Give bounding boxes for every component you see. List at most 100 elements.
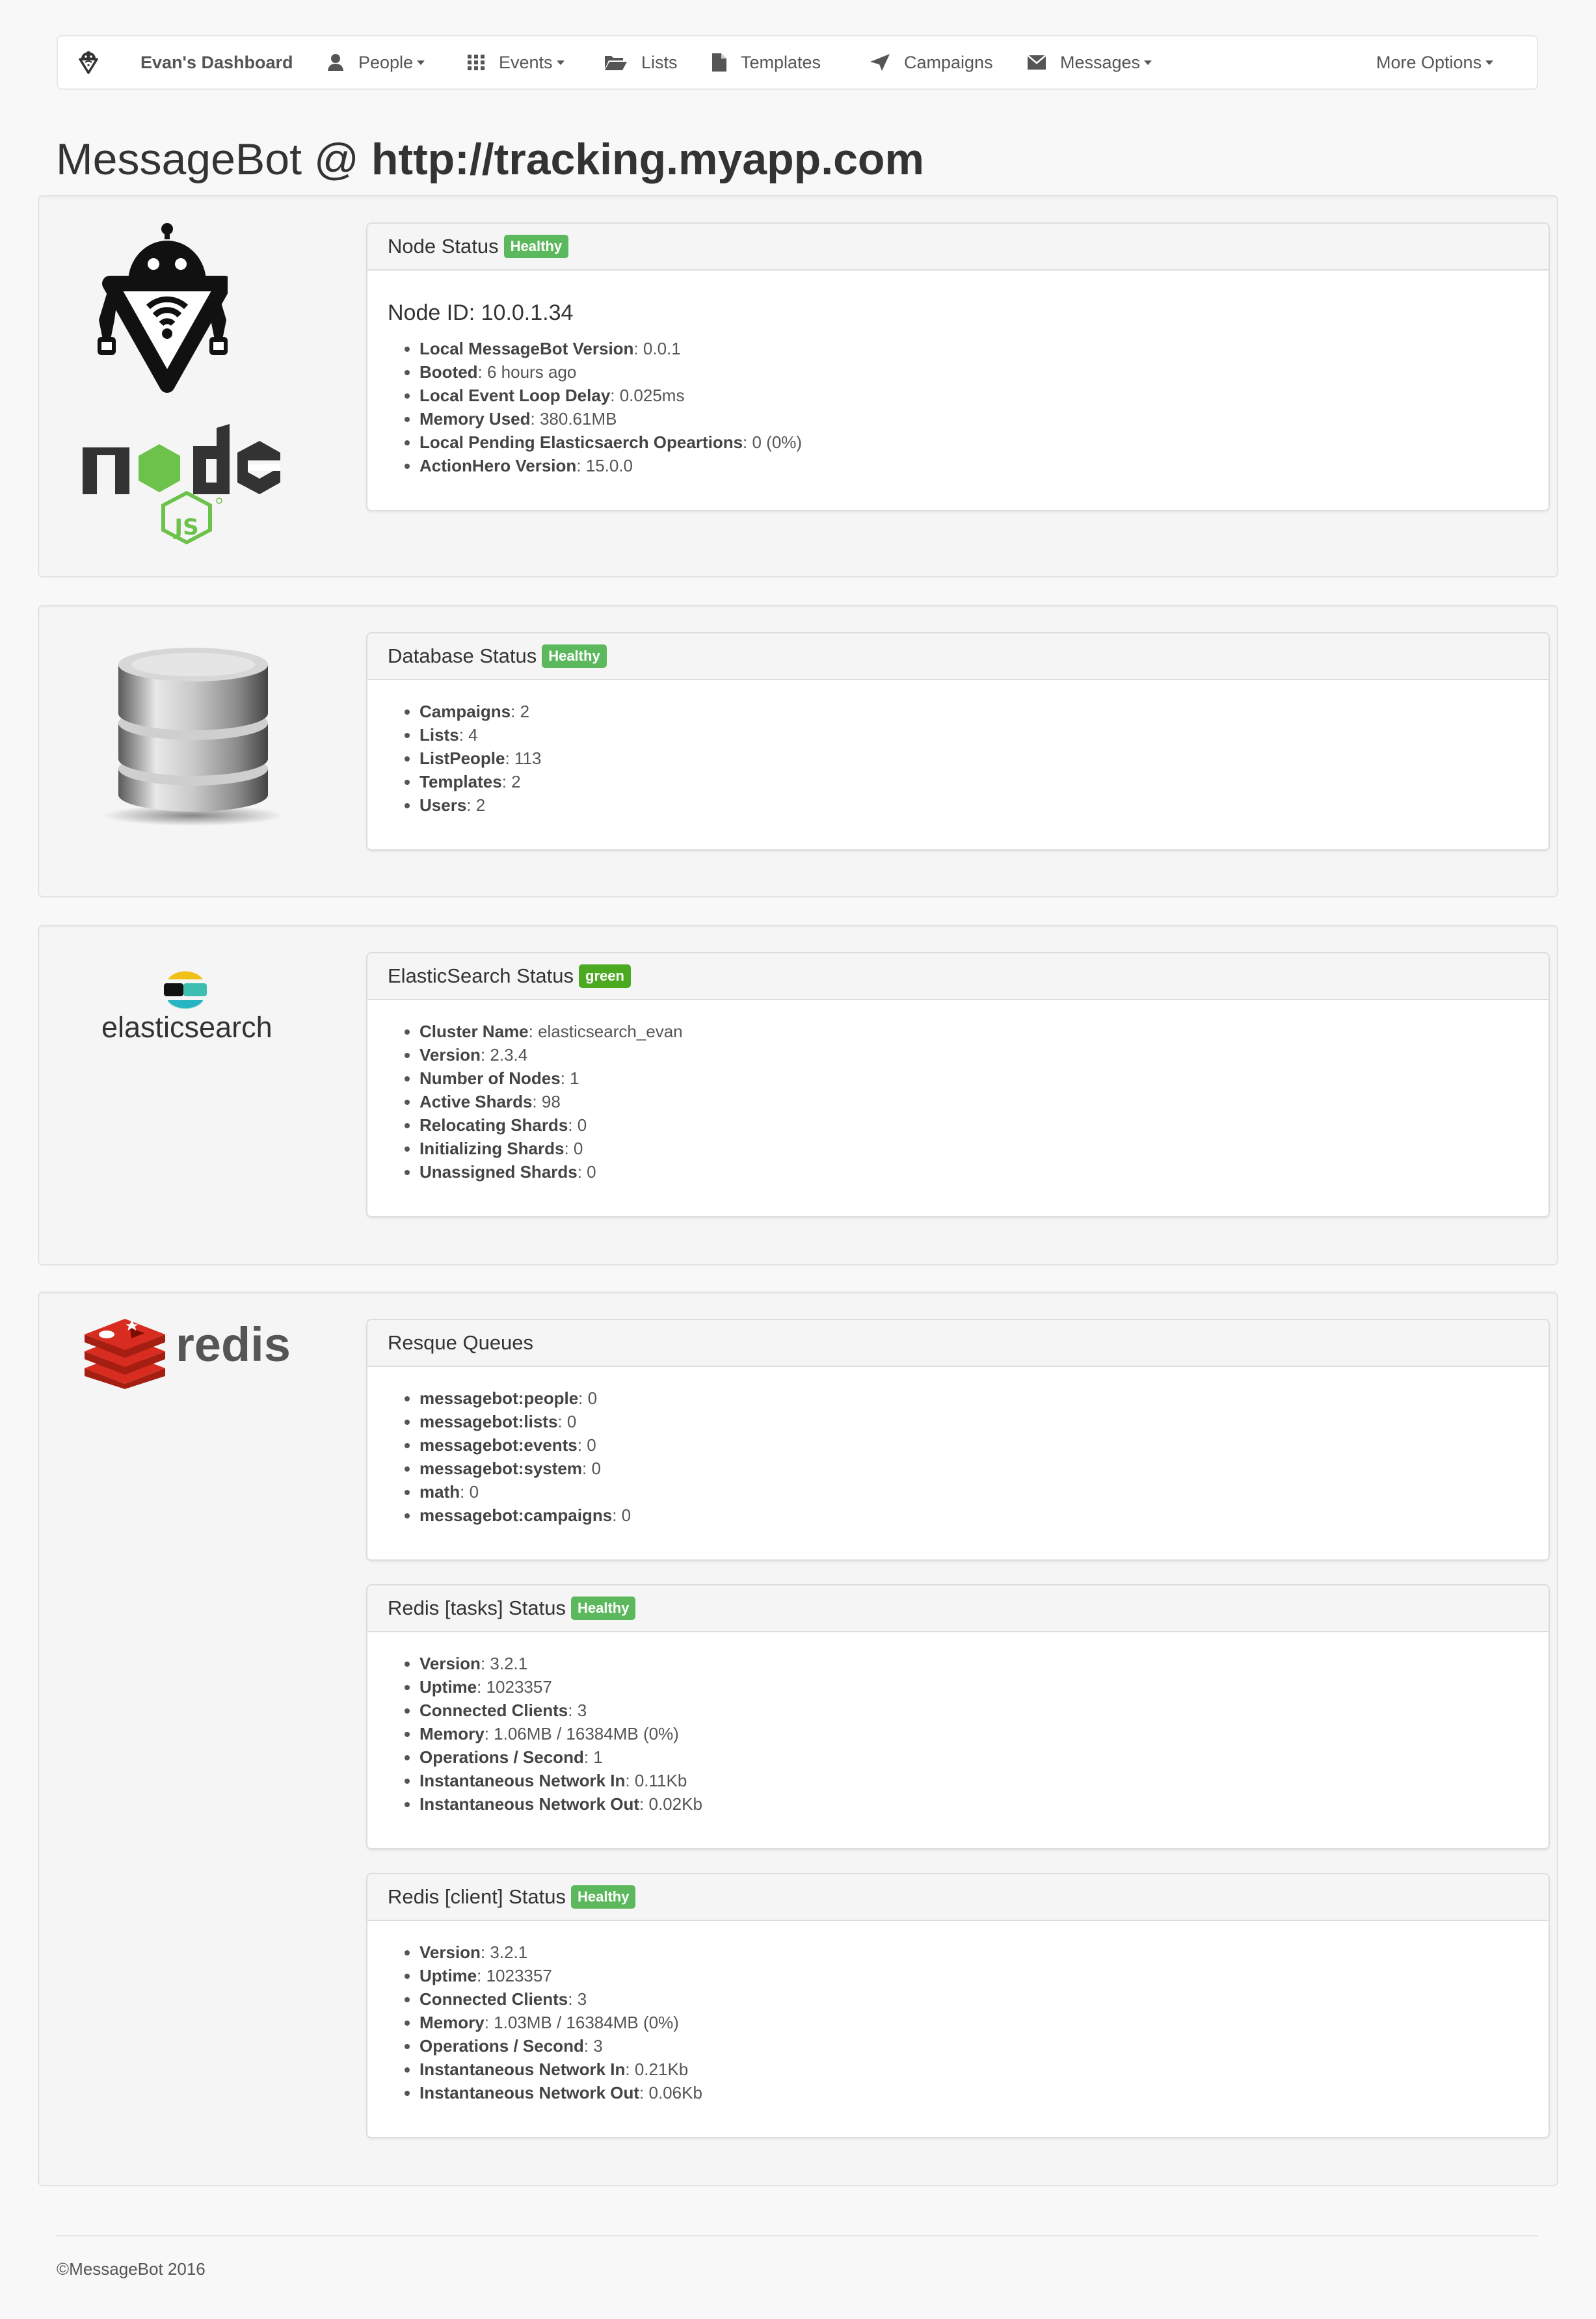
list-item: Campaigns: 2 bbox=[419, 700, 541, 723]
list-item: Local MessageBot Version: 0.0.1 bbox=[419, 337, 802, 360]
database-info-list: Campaigns: 2 Lists: 4 ListPeople: 113 Te… bbox=[388, 700, 541, 817]
redis-cube-icon bbox=[85, 1318, 165, 1392]
footer-divider bbox=[57, 2235, 1538, 2236]
top-navbar: Evan's Dashboard People Events Lists Tem… bbox=[57, 35, 1538, 90]
redis-logo-text: redis bbox=[176, 1318, 291, 1372]
list-item: math: 0 bbox=[419, 1480, 631, 1504]
elasticsearch-logo-text: elasticsearch bbox=[101, 1011, 273, 1044]
list-item: Local Event Loop Delay: 0.025ms bbox=[419, 384, 802, 407]
list-item: Memory Used: 380.61MB bbox=[419, 407, 802, 431]
nav-people-label: People bbox=[358, 52, 414, 72]
nodejs-js-text: JS bbox=[173, 514, 198, 540]
resque-queues-heading: Resque Queues bbox=[367, 1320, 1549, 1367]
list-item: Users: 2 bbox=[419, 793, 541, 817]
list-item: Instantaneous Network Out: 0.06Kb bbox=[419, 2081, 702, 2104]
robot-logo-icon bbox=[79, 51, 98, 74]
node-id: Node ID: 10.0.1.34 bbox=[388, 300, 574, 325]
resque-queues-list: messagebot:people: 0 messagebot:lists: 0… bbox=[388, 1386, 631, 1527]
list-item: Local Pending Elasticsaerch Opeartions: … bbox=[419, 431, 802, 454]
nav-messages-dropdown[interactable]: Messages bbox=[1027, 36, 1152, 88]
list-item: Connected Clients: 3 bbox=[419, 1699, 702, 1722]
chevron-down-icon bbox=[1144, 60, 1152, 65]
redis-client-status-panel: Redis [client] Status Healthy Version: 3… bbox=[366, 1873, 1550, 2138]
envelope-icon bbox=[1027, 55, 1046, 70]
dashboard-link[interactable]: Evan's Dashboard bbox=[140, 36, 293, 88]
elasticsearch-status-heading: ElasticSearch Status green bbox=[367, 953, 1549, 1000]
status-badge: Healthy bbox=[503, 235, 569, 258]
list-item: Memory: 1.03MB / 16384MB (0%) bbox=[419, 2011, 702, 2034]
list-item: Instantaneous Network In: 0.21Kb bbox=[419, 2058, 702, 2081]
elasticsearch-section: elasticsearch ElasticSearch Status green… bbox=[38, 925, 1558, 1266]
list-item: messagebot:system: 0 bbox=[419, 1457, 631, 1480]
list-item: messagebot:people: 0 bbox=[419, 1386, 631, 1410]
list-item: messagebot:campaigns: 0 bbox=[419, 1504, 631, 1527]
list-item: Active Shards: 98 bbox=[419, 1090, 683, 1113]
nav-campaigns-link[interactable]: Campaigns bbox=[870, 36, 993, 88]
list-item: Connected Clients: 3 bbox=[419, 1987, 702, 2011]
footer-copyright: ©MessageBot 2016 bbox=[57, 2259, 206, 2279]
redis-client-info-list: Version: 3.2.1 Uptime: 1023357 Connected… bbox=[388, 1941, 702, 2104]
page-title: MessageBot @ http://tracking.myapp.com bbox=[56, 130, 924, 189]
nodejs-logo: JS bbox=[83, 423, 291, 556]
chevron-down-icon bbox=[417, 60, 425, 65]
list-item: messagebot:events: 0 bbox=[419, 1433, 631, 1457]
list-item: Version: 3.2.1 bbox=[419, 1652, 702, 1675]
database-status-heading: Database Status Healthy bbox=[367, 633, 1549, 680]
database-status-panel: Database Status Healthy Campaigns: 2 Lis… bbox=[366, 632, 1550, 851]
chevron-down-icon bbox=[556, 60, 565, 65]
list-item: Uptime: 1023357 bbox=[419, 1675, 702, 1699]
brand-logo-link[interactable] bbox=[77, 36, 100, 88]
nav-messages-label: Messages bbox=[1060, 52, 1141, 72]
nav-people-dropdown[interactable]: People bbox=[327, 36, 425, 88]
node-info-list: Local MessageBot Version: 0.0.1 Booted: … bbox=[388, 337, 802, 477]
list-item: Operations / Second: 1 bbox=[419, 1745, 702, 1769]
nav-templates-label: Templates bbox=[741, 52, 821, 72]
list-item: ActionHero Version: 15.0.0 bbox=[419, 454, 802, 477]
database-cylinder-logo bbox=[99, 639, 287, 830]
database-section: Database Status Healthy Campaigns: 2 Lis… bbox=[38, 605, 1558, 897]
elasticsearch-status-title: ElasticSearch Status bbox=[388, 964, 574, 987]
list-item: Uptime: 1023357 bbox=[419, 1964, 702, 1987]
status-badge: Healthy bbox=[570, 1597, 636, 1620]
nav-lists-link[interactable]: Lists bbox=[605, 36, 678, 88]
status-badge: Healthy bbox=[542, 644, 607, 668]
list-item: Instantaneous Network Out: 0.02Kb bbox=[419, 1792, 702, 1816]
list-item: Version: 2.3.4 bbox=[419, 1043, 683, 1067]
list-item: Templates: 2 bbox=[419, 770, 541, 793]
redis-tasks-status-panel: Redis [tasks] Status Healthy Version: 3.… bbox=[366, 1584, 1550, 1849]
resque-queues-title: Resque Queues bbox=[388, 1331, 534, 1354]
status-badge: green bbox=[579, 964, 631, 988]
redis-client-status-heading: Redis [client] Status Healthy bbox=[367, 1874, 1549, 1921]
list-item: Operations / Second: 3 bbox=[419, 2034, 702, 2058]
list-item: Lists: 4 bbox=[419, 723, 541, 747]
user-icon bbox=[327, 53, 344, 72]
list-item: Relocating Shards: 0 bbox=[419, 1113, 683, 1137]
node-status-heading: Node Status Healthy bbox=[367, 224, 1549, 271]
redis-tasks-info-list: Version: 3.2.1 Uptime: 1023357 Connected… bbox=[388, 1652, 702, 1816]
messagebot-robot-logo bbox=[98, 222, 232, 421]
file-icon bbox=[712, 53, 726, 72]
page-title-prefix: MessageBot @ bbox=[56, 135, 371, 184]
list-item: Instantaneous Network In: 0.11Kb bbox=[419, 1769, 702, 1792]
page-title-host: http://tracking.myapp.com bbox=[371, 135, 924, 184]
more-options-label: More Options bbox=[1376, 52, 1482, 72]
nav-events-dropdown[interactable]: Events bbox=[468, 36, 565, 88]
nav-templates-link[interactable]: Templates bbox=[712, 36, 821, 88]
elasticsearch-status-panel: ElasticSearch Status green Cluster Name:… bbox=[366, 952, 1550, 1217]
node-section: JS Node Status Healthy Node ID: 10.0.1.3… bbox=[38, 195, 1558, 577]
list-item: Version: 3.2.1 bbox=[419, 1941, 702, 1964]
resque-queues-panel: Resque Queues messagebot:people: 0 messa… bbox=[366, 1319, 1550, 1561]
status-badge: Healthy bbox=[570, 1885, 636, 1909]
list-item: Number of Nodes: 1 bbox=[419, 1067, 683, 1090]
redis-client-status-title: Redis [client] Status bbox=[388, 1885, 566, 1908]
redis-section: redis Resque Queues messagebot:people: 0… bbox=[38, 1292, 1558, 2186]
list-item: Initializing Shards: 0 bbox=[419, 1137, 683, 1160]
database-status-title: Database Status bbox=[388, 644, 537, 667]
elasticsearch-emblem-icon bbox=[163, 965, 208, 1018]
chevron-down-icon bbox=[1485, 60, 1494, 65]
node-status-panel: Node Status Healthy Node ID: 10.0.1.34 L… bbox=[366, 222, 1550, 511]
list-item: messagebot:lists: 0 bbox=[419, 1410, 631, 1433]
send-icon bbox=[870, 54, 890, 71]
list-item: Memory: 1.06MB / 16384MB (0%) bbox=[419, 1722, 702, 1745]
more-options-dropdown[interactable]: More Options bbox=[1376, 36, 1494, 88]
